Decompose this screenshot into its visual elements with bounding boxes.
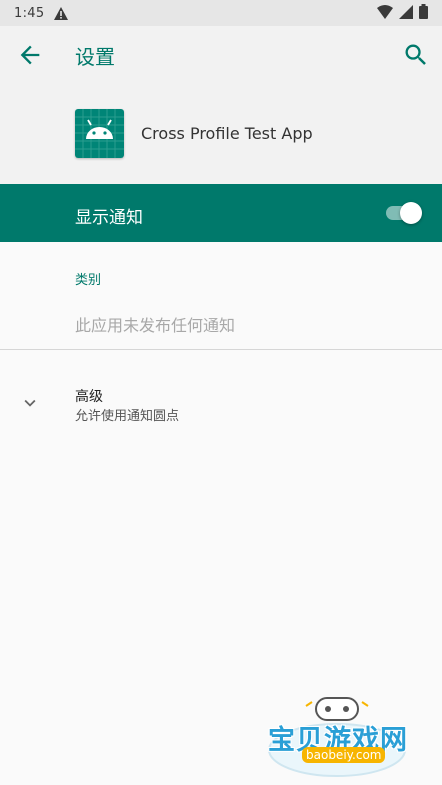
app-name: Cross Profile Test App xyxy=(141,124,313,143)
app-header: Cross Profile Test App xyxy=(0,84,442,184)
show-notifications-row[interactable]: 显示通知 xyxy=(0,184,442,242)
divider xyxy=(0,349,442,350)
battery-icon xyxy=(419,4,428,19)
watermark-url: baobeiy.com xyxy=(302,747,386,763)
page-title: 设置 xyxy=(75,45,115,69)
warning-icon xyxy=(54,6,69,20)
wifi-icon xyxy=(377,4,393,19)
advanced-row[interactable]: 高级 允许使用通知圆点 xyxy=(0,370,442,430)
advanced-summary: 允许使用通知圆点 xyxy=(75,409,180,424)
show-notifications-label: 显示通知 xyxy=(75,208,143,228)
status-icons xyxy=(377,4,428,19)
search-icon[interactable] xyxy=(402,41,430,69)
chevron-down-icon xyxy=(24,399,36,407)
arrow-back-icon[interactable] xyxy=(16,41,44,69)
toggle-thumb xyxy=(400,202,422,224)
status-bar: 1:45 xyxy=(0,0,442,26)
advanced-title: 高级 xyxy=(75,389,103,405)
show-notifications-toggle[interactable] xyxy=(386,202,422,224)
cellular-icon xyxy=(399,4,413,19)
app-bar: 设置 xyxy=(0,26,442,84)
category-header: 类别 xyxy=(75,273,102,288)
no-notifications-text: 此应用未发布任何通知 xyxy=(75,316,236,335)
status-time: 1:45 xyxy=(14,5,45,21)
android-icon xyxy=(75,109,124,158)
